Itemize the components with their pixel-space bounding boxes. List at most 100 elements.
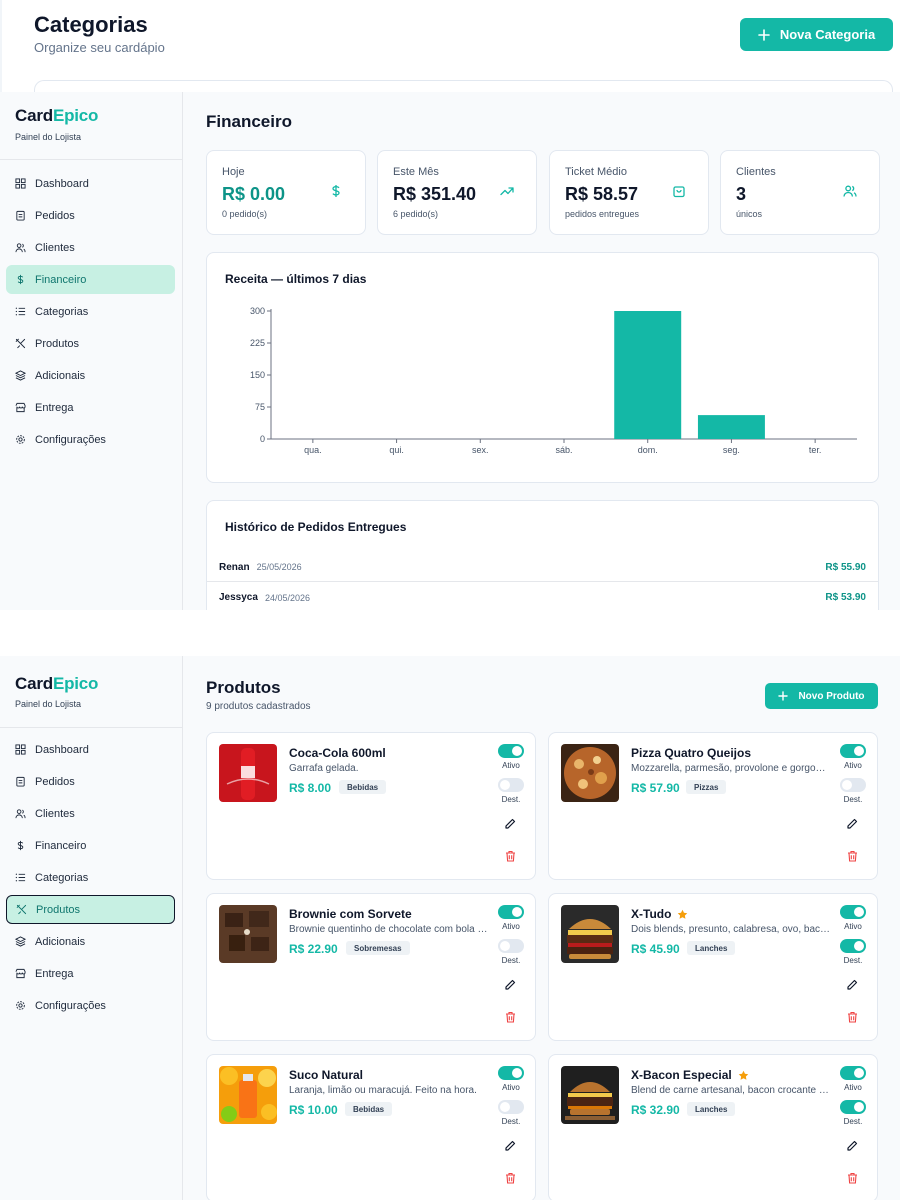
brand-subtitle: Painel do Lojista (15, 132, 82, 142)
new-category-button[interactable]: Nova Categoria (740, 18, 893, 51)
brand-logo[interactable]: CardEpico (15, 674, 98, 694)
utensils-icon (16, 904, 27, 915)
product-card[interactable]: Suco Natural Laranja, limão ou maracujá.… (206, 1054, 536, 1200)
table-row[interactable]: Jessyca 24/05/2026 R$ 53.90 (207, 583, 878, 610)
page-title: Categorias (34, 12, 148, 37)
brand-logo[interactable]: CardEpico (15, 106, 98, 126)
category-badge: Sobremesas (346, 941, 410, 955)
sidebar-item-adicionais[interactable]: Adicionais (6, 361, 175, 390)
sidebar-item-dashboard[interactable]: Dashboard (6, 169, 175, 198)
sidebar-item-categorias[interactable]: Categorias (6, 863, 175, 892)
pencil-icon[interactable] (846, 1139, 858, 1151)
active-toggle[interactable] (498, 905, 524, 919)
product-price: R$ 8.00 (289, 781, 332, 795)
sidebar-item-label: Produtos (35, 337, 80, 350)
sidebar-item-clientes[interactable]: Clientes (6, 799, 175, 828)
sidebar-item-produtos[interactable]: Produtos (6, 895, 175, 924)
product-image-suco (219, 1066, 277, 1124)
sidebar-item-financeiro[interactable]: Financeiro (6, 831, 175, 860)
page-subtitle: Organize seu cardápio (34, 40, 165, 55)
x-tick-label: qui. (389, 445, 404, 455)
sidebar-item-label: Configurações (35, 433, 106, 446)
active-toggle[interactable] (498, 744, 524, 758)
sidebar-item-financeiro[interactable]: Financeiro (6, 265, 175, 294)
category-badge: Lanches (687, 941, 736, 955)
active-toggle-label: Ativo (844, 1083, 862, 1092)
plus-icon (758, 28, 770, 41)
pencil-icon[interactable] (846, 817, 858, 829)
trash-icon[interactable] (847, 849, 858, 862)
sidebar-item-clientes[interactable]: Clientes (6, 233, 175, 262)
sidebar-item-produtos[interactable]: Produtos (6, 329, 175, 358)
history-title: Histórico de Pedidos Entregues (225, 520, 407, 534)
featured-toggle-label: Dest. (501, 1117, 521, 1126)
brand-name-part2: Epico (52, 674, 99, 693)
product-card[interactable]: Coca-Cola 600ml Garrafa gelada. R$ 8.00 … (206, 732, 536, 880)
active-toggle[interactable] (840, 744, 866, 758)
sidebar-item-configuracoes[interactable]: Configurações (6, 991, 175, 1020)
stat-label: Este Mês (393, 166, 439, 178)
sidebar-item-entrega[interactable]: Entrega (6, 393, 175, 422)
featured-toggle[interactable] (498, 1100, 524, 1114)
active-toggle-label: Ativo (502, 761, 520, 770)
pencil-icon[interactable] (846, 978, 858, 990)
sidebar-item-label: Dashboard (35, 743, 89, 756)
product-name: Coca-Cola 600ml (289, 746, 386, 760)
trash-icon[interactable] (505, 1171, 516, 1184)
pencil-icon[interactable] (504, 1139, 516, 1151)
categorias-header: Categorias Organize seu cardápio Nova Ca… (0, 0, 900, 100)
stat-value: R$ 58.57 (565, 184, 639, 204)
trash-icon[interactable] (847, 1010, 858, 1023)
trash-icon[interactable] (505, 1010, 516, 1023)
customer-name: Renan (219, 561, 250, 573)
sidebar-item-adicionais[interactable]: Adicionais (6, 927, 175, 956)
product-card[interactable]: X-Tudo Dois blends, presunto, calabresa,… (548, 893, 878, 1041)
category-badge: Bebidas (345, 1102, 393, 1116)
plus-icon (778, 691, 789, 701)
active-toggle[interactable] (498, 1066, 524, 1080)
sidebar-item-dashboard[interactable]: Dashboard (6, 735, 175, 764)
stat-value: R$ 351.40 (393, 184, 477, 204)
sidebar-item-pedidos[interactable]: Pedidos (6, 767, 175, 796)
product-desc: Mozzarella, parmesão, provolone e gorgon… (631, 763, 831, 774)
trash-icon[interactable] (505, 849, 516, 862)
produtos-main: Produtos 9 produtos cadastrados Novo Pro… (183, 656, 900, 1200)
featured-toggle[interactable] (840, 778, 866, 792)
product-name-text: X-Tudo (631, 907, 672, 921)
trash-icon[interactable] (847, 1171, 858, 1184)
sidebar: CardEpico Painel do Lojista Dashboard Pe… (0, 92, 183, 610)
new-product-button[interactable]: Novo Produto (765, 683, 878, 709)
sidebar-item-pedidos[interactable]: Pedidos (6, 201, 175, 230)
stat-value: R$ 0.00 (222, 184, 286, 204)
product-card[interactable]: X-Bacon Especial Blend de carne artesana… (548, 1054, 878, 1200)
sidebar-item-configuracoes[interactable]: Configurações (6, 425, 175, 454)
sidebar-item-entrega[interactable]: Entrega (6, 959, 175, 988)
featured-toggle[interactable] (840, 1100, 866, 1114)
bar-seg (697, 415, 765, 439)
featured-toggle[interactable] (498, 939, 524, 953)
sidebar-item-categorias[interactable]: Categorias (6, 297, 175, 326)
sidebar-item-label: Entrega (35, 401, 74, 414)
active-toggle[interactable] (840, 1066, 866, 1080)
active-toggle-label: Ativo (844, 761, 862, 770)
star-icon (738, 1070, 748, 1080)
product-card[interactable]: Pizza Quatro Queijos Mozzarella, parmesã… (548, 732, 878, 880)
category-badge: Lanches (687, 1102, 736, 1116)
active-toggle[interactable] (840, 905, 866, 919)
divider (0, 727, 183, 728)
featured-toggle[interactable] (498, 778, 524, 792)
shopping-bag-icon (672, 184, 686, 198)
pencil-icon[interactable] (504, 817, 516, 829)
product-card[interactable]: Brownie com Sorvete Brownie quentinho de… (206, 893, 536, 1041)
featured-toggle[interactable] (840, 939, 866, 953)
product-desc: Garrafa gelada. (289, 763, 359, 774)
list-icon (15, 306, 26, 317)
stat-card-hoje: Hoje R$ 0.00 0 pedido(s) (206, 150, 366, 235)
sidebar-item-label: Categorias (35, 305, 89, 318)
page-title: Produtos (206, 678, 281, 697)
sidebar: CardEpico Painel do Lojista Dashboard Pe… (0, 656, 183, 1200)
product-image-pizza (561, 744, 619, 802)
table-row[interactable]: Renan 25/05/2026 R$ 55.90 (207, 553, 878, 582)
pencil-icon[interactable] (504, 978, 516, 990)
stat-label: Hoje (222, 166, 245, 178)
